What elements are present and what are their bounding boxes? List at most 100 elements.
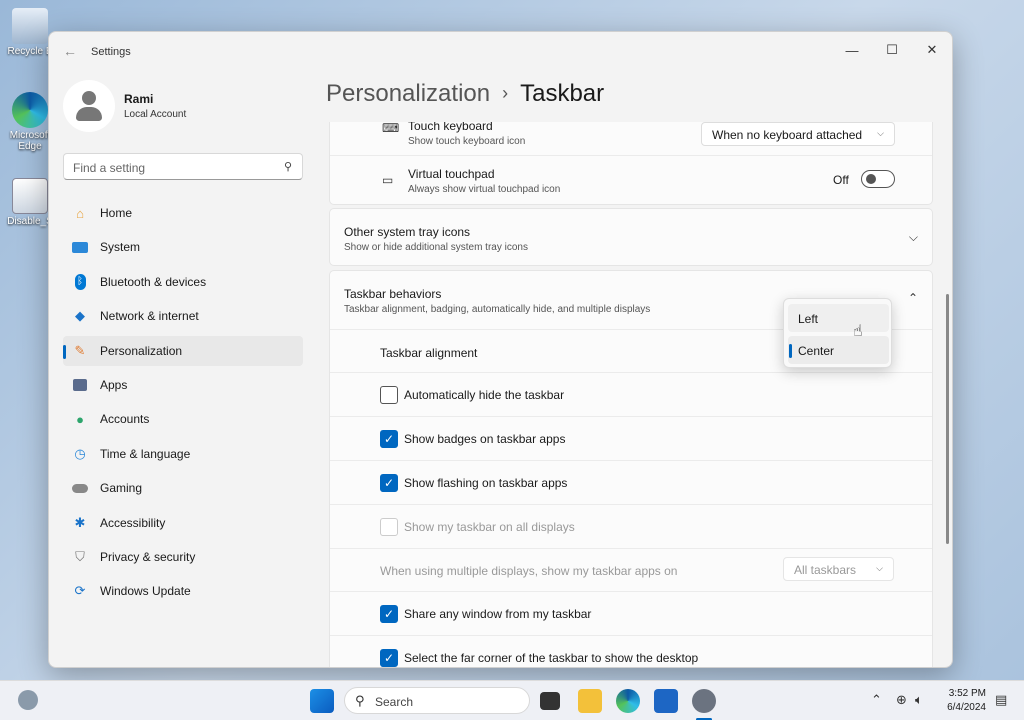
minimize-button[interactable]: — [832,36,872,64]
touchpad-icon: ▭ [382,173,394,187]
maximize-button[interactable]: ☐ [872,36,912,64]
sidebar-item-apps[interactable]: Apps [63,370,303,400]
virtual-touchpad-subtitle: Always show virtual touchpad icon [408,184,561,195]
notification-icon[interactable]: ▤ [995,692,1007,708]
sidebar-item-label: Network & internet [100,309,199,324]
keyboard-icon: ⌨ [382,122,400,135]
sidebar-item-accessibility[interactable]: ✱ Accessibility [63,508,303,538]
all-displays-checkbox [380,518,398,536]
breadcrumb-parent[interactable]: Personalization [326,80,490,107]
task-view-icon[interactable] [540,692,560,710]
widgets-icon[interactable] [18,690,38,710]
sidebar-item-label: Windows Update [100,584,191,599]
edge-icon[interactable] [616,689,640,713]
clock[interactable]: 3:52 PM 6/4/2024 [947,687,986,715]
search-placeholder: Find a setting [73,161,146,175]
far-corner-checkbox[interactable]: ✓ [380,649,398,667]
alignment-flyout: Left Center [783,298,892,368]
taskbar-search[interactable]: ⚲ Search [344,687,530,714]
settings-content: ⌨ Touch keyboard Show touch keyboard ico… [329,122,933,667]
chevron-down-icon: ⌵ [908,230,918,244]
page-title: Taskbar [520,80,605,107]
sidebar-item-gaming[interactable]: Gaming [63,473,303,503]
alignment-option-left[interactable]: Left [788,304,889,332]
back-arrow-icon[interactable]: ← [63,43,77,59]
other-tray-icons-card[interactable]: Other system tray icons Show or hide add… [329,208,933,266]
window-title: Settings [91,46,131,58]
sidebar-item-label: Time & language [100,446,191,461]
auto-hide-checkbox[interactable] [380,386,398,404]
speaker-icon[interactable]: 🔈︎ [915,692,923,708]
breadcrumb-separator: › [502,83,509,103]
divider [330,591,932,592]
time: 3:52 PM [948,688,986,699]
sidebar-item-windows-update[interactable]: ⟳ Windows Update [63,576,303,606]
behaviors-title: Taskbar behaviors [344,287,442,301]
bluetooth-icon: ᛒ [71,273,89,291]
taskbar-behaviors-header[interactable]: Taskbar behaviors Taskbar alignment, bad… [344,287,650,315]
divider [330,372,932,373]
chevron-up-icon[interactable]: ⌃ [871,692,882,708]
multi-display-value: All taskbars [794,563,857,577]
chevron-down-icon: ⌵ [876,563,883,573]
network-icon: ◆ [75,308,85,324]
far-corner-label: Select the far corner of the taskbar to … [404,651,699,665]
search-icon: ⚲ [355,693,365,708]
hand-cursor-icon: ☝ [853,323,863,340]
tray-icons-card: ⌨ Touch keyboard Show touch keyboard ico… [329,122,933,205]
badges-checkbox[interactable]: ✓ [380,430,398,448]
file-explorer-icon[interactable] [578,689,602,713]
network-icon[interactable]: ⊕ [896,692,907,708]
virtual-touchpad-toggle[interactable] [861,170,895,188]
store-icon[interactable] [654,689,678,713]
divider [330,504,932,505]
profile-account: Local Account [124,109,187,120]
search-icon: ⚲ [283,161,292,173]
edge-icon [12,92,48,128]
close-button[interactable]: ✕ [912,36,952,64]
script-icon [12,178,48,214]
all-displays-label: Show my taskbar on all displays [404,520,575,534]
divider [330,460,932,461]
divider [330,635,932,636]
search-input[interactable]: Find a setting ⚲ [63,153,303,180]
sidebar-item-home[interactable]: ⌂ Home [63,198,303,228]
sidebar-item-system[interactable]: System [63,232,303,262]
virtual-touchpad-row: Virtual touchpad Always show virtual tou… [408,167,560,195]
divider [330,548,932,549]
sidebar-item-time-language[interactable]: ◷ Time & language [63,439,303,469]
taskbar-search-placeholder: Search [375,695,414,709]
settings-gear-icon[interactable] [692,689,716,713]
profile-card[interactable]: Rami Local Account [63,80,186,132]
chevron-down-icon: ⌵ [877,128,884,138]
brush-icon: ✎ [74,342,86,358]
divider [330,416,932,417]
sidebar-item-privacy-security[interactable]: ⛉ Privacy & security [63,542,303,572]
sidebar-item-label: Personalization [100,343,183,358]
start-icon[interactable] [310,689,334,713]
sidebar-item-bluetooth[interactable]: ᛒ Bluetooth & devices [63,267,303,297]
share-window-checkbox[interactable]: ✓ [380,605,398,623]
scrollbar[interactable] [946,294,949,544]
sidebar-item-accounts[interactable]: ● Accounts [63,404,303,434]
sidebar-item-label: Accessibility [100,515,166,530]
sidebar-item-network[interactable]: ◆ Network & internet [63,301,303,331]
badges-label: Show badges on taskbar apps [404,432,566,446]
auto-hide-label: Automatically hide the taskbar [404,388,565,402]
touch-keyboard-dropdown[interactable]: When no keyboard attached ⌵ [701,122,895,146]
chevron-up-icon[interactable]: ⌃ [908,291,918,305]
sidebar-item-label: Gaming [100,481,143,496]
alignment-label: Taskbar alignment [380,346,478,360]
breadcrumb: Personalization › Taskbar [326,80,604,108]
other-tray-title: Other system tray icons [344,225,471,239]
multi-display-label: When using multiple displays, show my ta… [380,564,678,578]
avatar [63,80,115,132]
flashing-checkbox[interactable]: ✓ [380,474,398,492]
time-icon: ◷ [74,445,86,461]
sidebar-item-personalization[interactable]: ✎ Personalization [63,335,303,366]
system-icon [71,238,89,256]
multi-display-dropdown: All taskbars ⌵ [783,557,894,581]
alignment-option-center[interactable]: Center [788,336,889,364]
date: 6/4/2024 [947,702,986,713]
flashing-label: Show flashing on taskbar apps [404,476,568,490]
